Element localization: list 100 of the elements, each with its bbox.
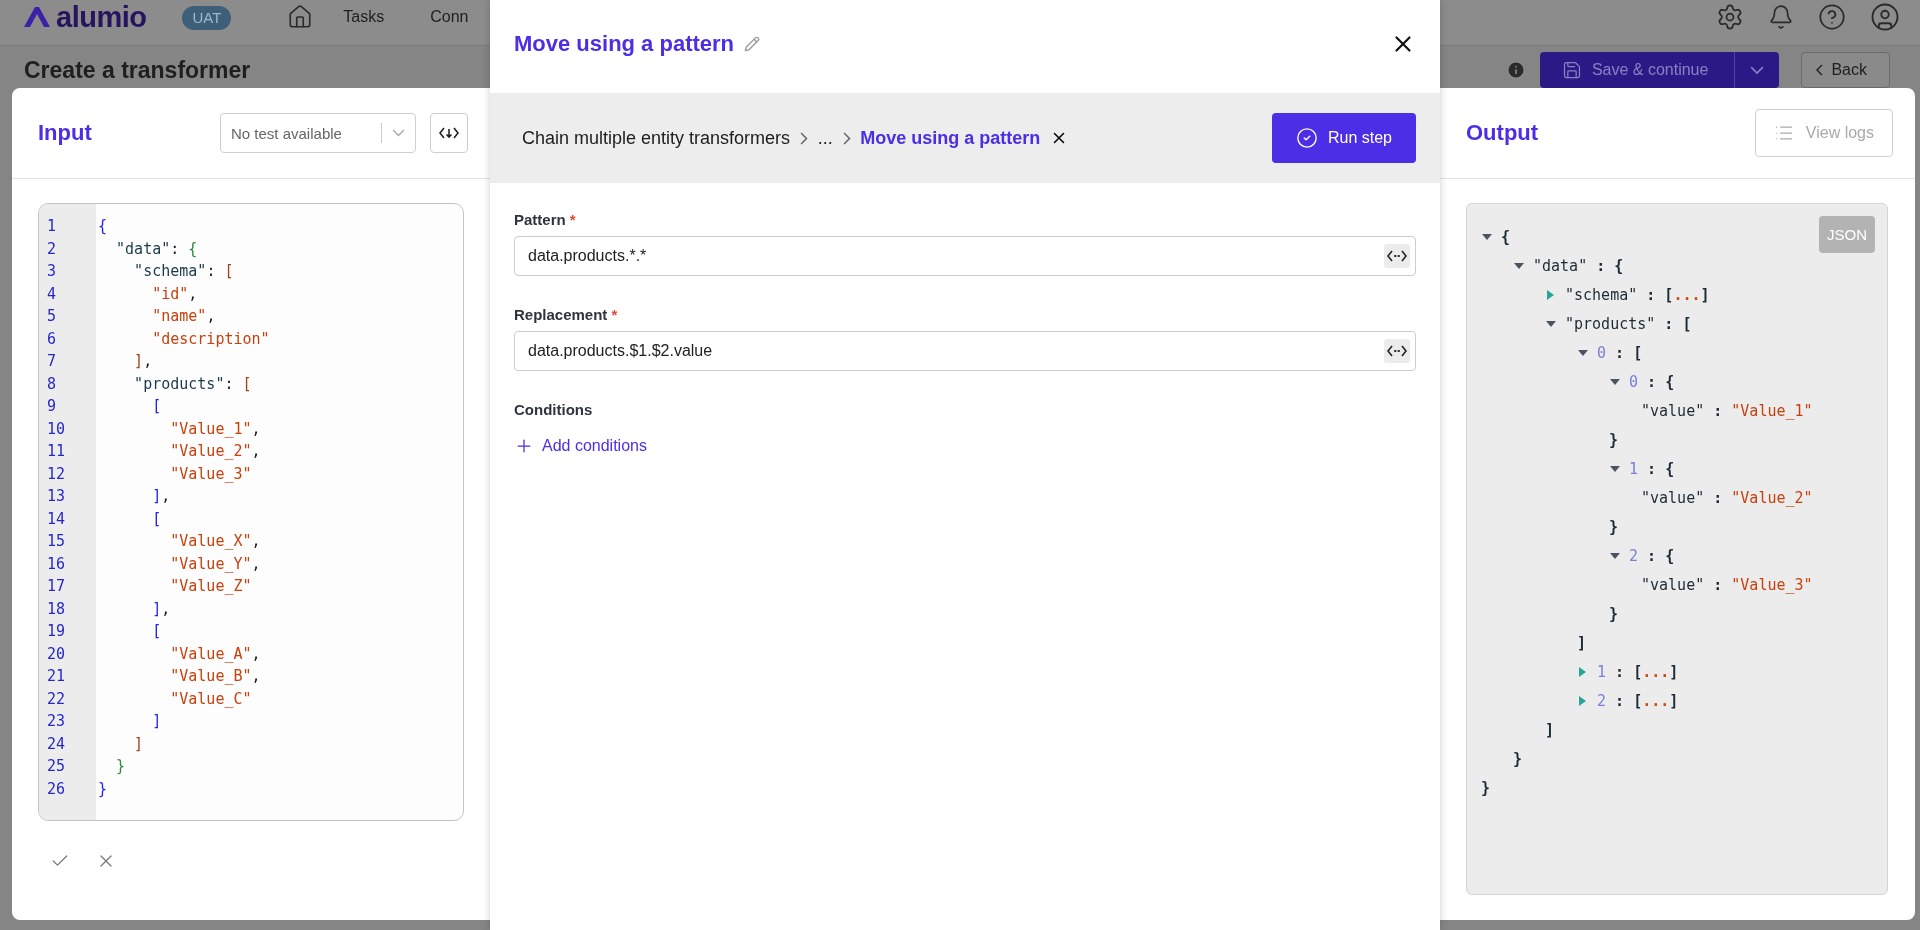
home-icon[interactable]: [287, 4, 314, 30]
closing-bracket: }: [1609, 517, 1619, 536]
line-number: 12: [46, 463, 66, 485]
add-conditions-button[interactable]: Add conditions: [514, 436, 647, 456]
text-field[interactable]: data.products.$1.$2.value: [514, 331, 1416, 371]
code-line: "Value_3": [169, 463, 252, 485]
code-mode-button[interactable]: [1384, 244, 1410, 268]
line-number: 2: [46, 238, 57, 260]
line-number: 8: [46, 373, 57, 395]
line-number: 7: [46, 351, 57, 372]
closing-bracket: }: [1513, 749, 1523, 768]
code-line: }: [115, 756, 126, 777]
field-label: Replacement *: [514, 306, 618, 323]
code-line: {: [97, 216, 108, 237]
edit-icon[interactable]: [744, 35, 761, 52]
code-line: "Value_X",: [169, 531, 261, 552]
tree-row-text: "value" : "Value_1": [1641, 401, 1813, 420]
help-icon[interactable]: [1818, 3, 1846, 31]
line-number: 16: [46, 553, 66, 575]
line-number: 23: [46, 711, 66, 732]
code-line: ],: [133, 351, 153, 372]
page-title: Create a transformer: [24, 56, 251, 84]
bell-icon[interactable]: [1768, 4, 1794, 30]
nav-item[interactable]: Conn: [430, 2, 469, 32]
line-number: 9: [46, 396, 57, 417]
caret-icon[interactable]: [1545, 318, 1557, 329]
text-field[interactable]: data.products.*.*: [514, 236, 1416, 276]
tree-row-text: "value" : "Value_2": [1641, 488, 1813, 507]
breadcrumb-item[interactable]: ...: [817, 127, 833, 149]
tree-row-text: {: [1501, 227, 1511, 246]
panel-title: Output: [1466, 120, 1539, 146]
line-number: 19: [46, 621, 66, 642]
code-line: "Value_Y",: [169, 553, 261, 575]
code-icon: [1387, 249, 1407, 263]
closing-bracket: }: [1609, 430, 1619, 449]
logo-text: alumio: [56, 0, 147, 34]
line-number: 6: [46, 328, 57, 350]
code-line: [: [151, 396, 162, 417]
closing-bracket: }: [1609, 604, 1619, 623]
nav-item[interactable]: Tasks: [343, 2, 385, 32]
line-number: 11: [46, 441, 66, 462]
tree-row-text: 0 : {: [1629, 372, 1675, 391]
caret-icon[interactable]: [1609, 463, 1621, 474]
field-label: Pattern *: [514, 211, 576, 228]
chevron-down-icon: [1750, 65, 1765, 75]
run-step-button[interactable]: Run step: [1272, 113, 1416, 163]
panel-title: Input: [38, 120, 92, 146]
line-number: 13: [46, 486, 66, 507]
line-number: 5: [46, 306, 57, 327]
tree-row-text: 2 : [...]: [1597, 691, 1679, 710]
code-line: "id",: [151, 283, 198, 305]
line-number: 10: [46, 418, 66, 440]
code-line: [: [151, 621, 162, 642]
line-number: 25: [46, 756, 66, 777]
line-number: 20: [46, 643, 66, 665]
code-line: "Value_Z": [169, 576, 252, 597]
tree-row-text: "schema" : [...]: [1565, 285, 1710, 304]
user-icon[interactable]: [1870, 2, 1900, 32]
back-button[interactable]: Back: [1801, 52, 1890, 88]
code-line: "schema": [: [133, 261, 234, 282]
caret-icon[interactable]: [1577, 347, 1589, 358]
environment-badge: UAT: [182, 6, 232, 30]
breadcrumb-item[interactable]: Chain multiple entity transformers: [522, 127, 791, 149]
tree-row-text: 1 : {: [1629, 459, 1675, 478]
code-line: }: [97, 778, 108, 800]
code-line: [: [151, 508, 162, 530]
code-line: "Value_C": [169, 688, 252, 710]
code-line: ],: [151, 598, 171, 620]
code-line: ],: [151, 486, 171, 507]
code-toggle-button[interactable]: [430, 113, 468, 153]
line-number: 14: [46, 508, 66, 530]
tree-row-text: "value" : "Value_3": [1641, 575, 1813, 594]
caret-icon[interactable]: [1513, 260, 1525, 271]
info-icon: [1505, 60, 1526, 80]
code-line: "Value_A",: [169, 643, 261, 665]
test-select[interactable]: No test available: [220, 113, 416, 153]
check-circle-icon: [1295, 127, 1318, 149]
tree-row-text: 2 : {: [1629, 546, 1675, 565]
tree-row-text: "data" : {: [1533, 256, 1624, 275]
closing-bracket: ]: [1577, 633, 1587, 652]
caret-icon[interactable]: [1481, 231, 1493, 242]
line-number: 15: [46, 531, 66, 552]
caret-icon[interactable]: [1609, 376, 1621, 387]
line-number: 22: [46, 688, 66, 710]
section-label: Conditions: [514, 401, 593, 418]
line-number: 3: [46, 261, 57, 282]
breadcrumb-item[interactable]: Move using a pattern: [860, 127, 1041, 149]
tree-row-text: 1 : [...]: [1597, 662, 1679, 681]
chevron-left-icon: [1816, 64, 1824, 76]
line-number: 24: [46, 733, 66, 755]
code-icon: [1387, 344, 1407, 358]
save-icon: [1561, 60, 1582, 80]
caret-icon[interactable]: [1609, 550, 1621, 561]
code-toggle-icon: [439, 126, 459, 140]
code-line: "products": [: [133, 373, 252, 395]
settings-icon[interactable]: [1716, 3, 1744, 31]
code-mode-button[interactable]: [1384, 339, 1410, 363]
code-line: "Value_2",: [169, 441, 261, 462]
closing-bracket: ]: [1545, 720, 1555, 739]
tree-row-text: 0 : [: [1597, 343, 1643, 362]
